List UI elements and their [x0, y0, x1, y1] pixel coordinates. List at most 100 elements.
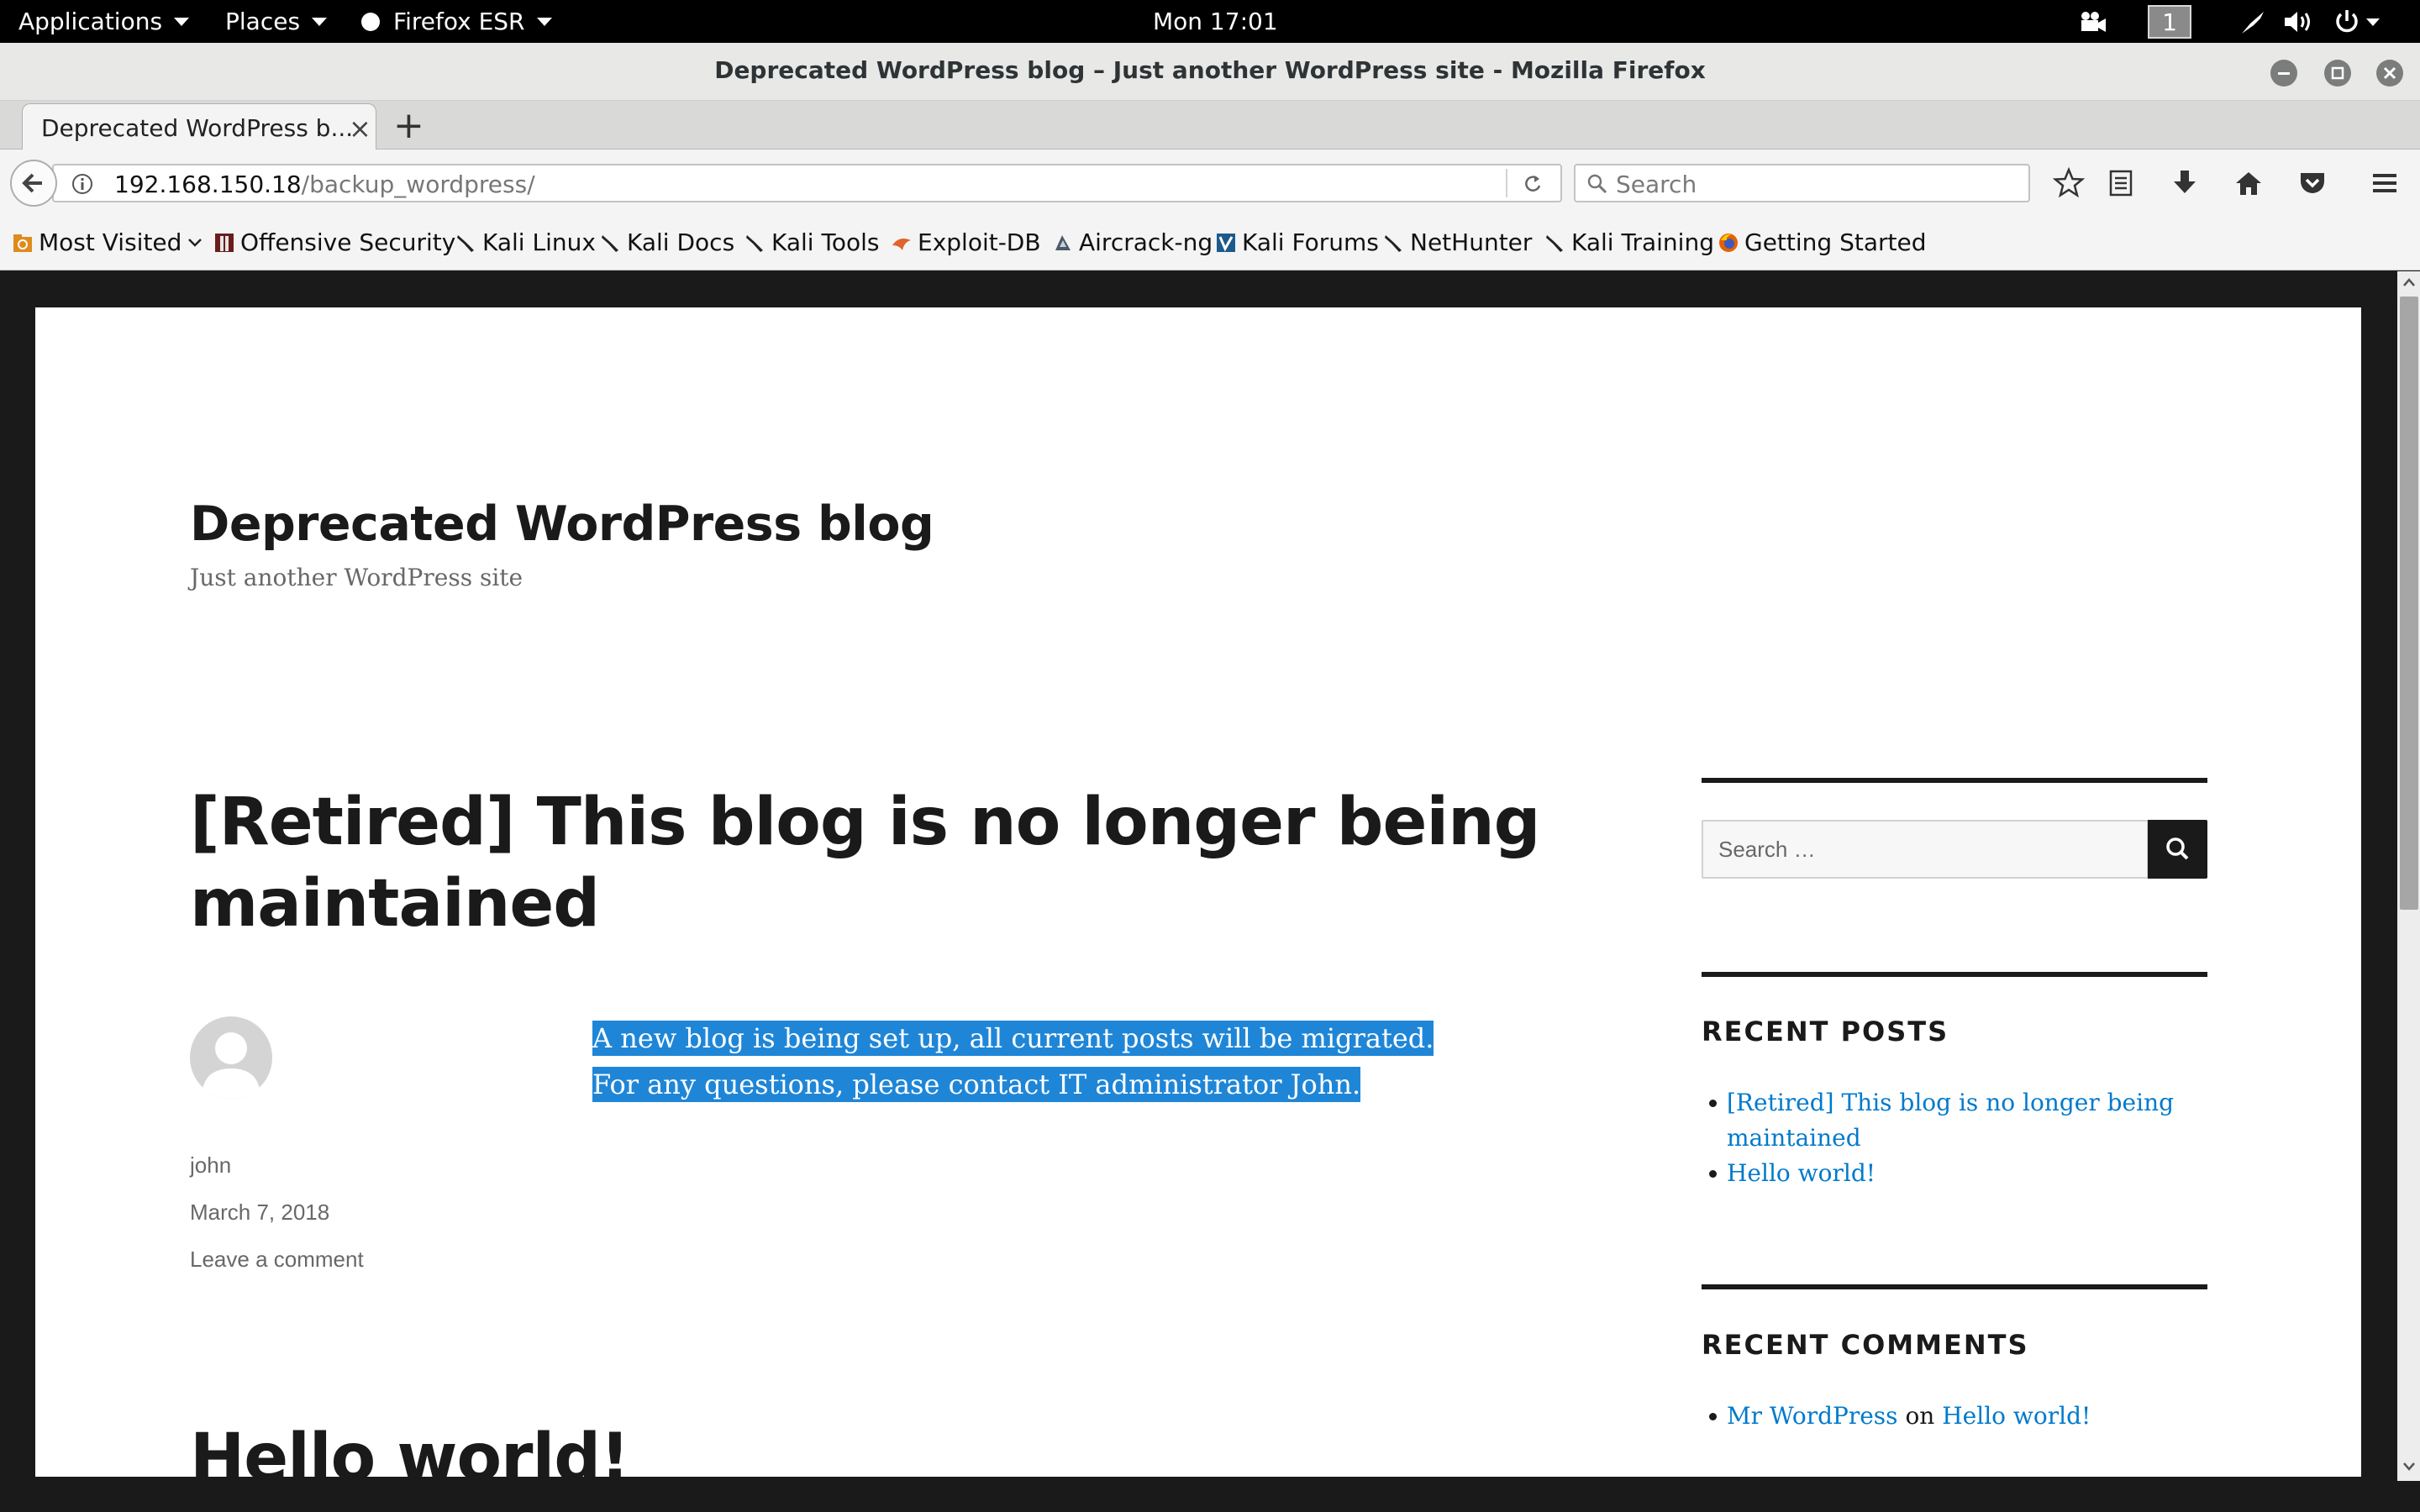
firefox-small-icon — [361, 12, 380, 31]
home-icon[interactable] — [2232, 166, 2265, 200]
scroll-up-icon[interactable] — [2401, 275, 2417, 291]
recent-comments-list: Mr WordPress on Hello world! — [1709, 1399, 2197, 1434]
bookmark-getting-started[interactable]: Getting Started — [1718, 228, 1926, 256]
bookmark-offensive-security[interactable]: Offensive Security — [213, 228, 455, 256]
exploitdb-icon — [892, 238, 911, 250]
clock[interactable]: Mon 17:01 — [1153, 0, 1278, 43]
tab-close-icon[interactable]: × — [349, 113, 371, 144]
menu-hamburger-icon[interactable] — [2368, 166, 2402, 200]
comment-author-link[interactable]: Mr WordPress — [1727, 1402, 1898, 1430]
url-text[interactable]: 192.168.150.18/backup_wordpress/ — [114, 171, 535, 198]
bookmark-label: Kali Training — [1571, 228, 1714, 256]
sidebar-search-input[interactable]: Search … — [1702, 820, 2149, 879]
clock-label: Mon 17:01 — [1153, 8, 1278, 35]
site-description: Just another WordPress site — [190, 564, 523, 591]
tab-title: Deprecated WordPress b... — [41, 114, 354, 142]
bookmark-kali-docs[interactable]: Kali Docs — [600, 228, 734, 256]
post-body-line: A new blog is being set up, all current … — [592, 1021, 1434, 1056]
bookmark-label: Kali Docs — [627, 228, 735, 256]
scrollbar-thumb[interactable] — [2400, 297, 2418, 910]
bookmark-aircrack-ng[interactable]: Aircrack-ng — [1052, 228, 1213, 256]
bookmarks-toolbar: Most Visited Offensive Security Kali Lin… — [0, 217, 2420, 270]
post-title[interactable]: [Retired] This blog is no longer being m… — [190, 782, 1660, 945]
back-arrow-icon — [22, 173, 42, 193]
tab-strip: Deprecated WordPress b... × + — [0, 101, 2420, 150]
bookmark-kali-linux[interactable]: Kali Linux — [455, 228, 596, 256]
navigation-toolbar: 192.168.150.18/backup_wordpress/ Search — [0, 150, 2420, 217]
post-author[interactable]: john — [190, 1152, 231, 1179]
workspace-indicator[interactable]: 1 — [2148, 5, 2191, 39]
minimize-button[interactable] — [2270, 60, 2297, 87]
bookmark-label: Most Visited — [39, 228, 182, 256]
kali-dragon-icon[interactable] — [2238, 8, 2267, 35]
avatar-silhouette-icon — [202, 1032, 260, 1099]
bookmark-kali-tools[interactable]: Kali Tools — [744, 228, 879, 256]
url-bar[interactable]: 192.168.150.18/backup_wordpress/ — [52, 164, 1562, 202]
applications-menu[interactable]: Applications — [18, 0, 190, 43]
site-title[interactable]: Deprecated WordPress blog — [190, 496, 934, 552]
web-search-bar[interactable]: Search — [1574, 164, 2030, 202]
chevron-down-icon — [174, 17, 190, 26]
reading-list-icon[interactable] — [2104, 166, 2138, 200]
download-icon[interactable] — [2168, 166, 2202, 200]
list-item: Mr WordPress on Hello world! — [1709, 1399, 2197, 1434]
page-viewport: Deprecated WordPress blog Just another W… — [0, 271, 2397, 1512]
widget-divider — [1702, 1284, 2207, 1289]
bookmark-label: Kali Linux — [482, 228, 596, 256]
second-post-title[interactable]: Hello world! — [190, 1420, 630, 1477]
widget-divider — [1702, 972, 2207, 977]
bookmark-label: Offensive Security — [240, 228, 456, 256]
leave-comment-link[interactable]: Leave a comment — [190, 1247, 364, 1273]
pocket-icon[interactable] — [2296, 166, 2329, 200]
recent-post-link[interactable]: [Retired] This blog is no longer being m… — [1727, 1089, 2174, 1152]
bookmark-kali-training[interactable]: Kali Training — [1544, 228, 1714, 256]
window-titlebar[interactable]: Deprecated WordPress blog – Just another… — [0, 43, 2420, 101]
firefox-app-menu[interactable]: Firefox ESR — [360, 0, 552, 43]
firefox-icon — [1719, 233, 1738, 252]
search-icon — [2166, 837, 2189, 860]
url-path: /backup_wordpress/ — [301, 171, 535, 198]
kali-icon — [1385, 234, 1402, 252]
offsec-icon — [215, 233, 234, 252]
bookmark-exploit-db[interactable]: Exploit-DB — [891, 228, 1041, 256]
list-item: Hello world! — [1709, 1156, 2197, 1191]
recent-post-link[interactable]: Hello world! — [1727, 1159, 1876, 1187]
places-menu[interactable]: Places — [225, 0, 328, 43]
recent-posts-list: [Retired] This blog is no longer being m… — [1709, 1085, 2197, 1191]
reload-icon[interactable] — [1521, 172, 1544, 196]
author-avatar — [190, 1016, 272, 1099]
comment-on-text: on — [1905, 1402, 1935, 1430]
kali-forums-icon — [1217, 233, 1235, 252]
bookmark-star-icon[interactable] — [2052, 166, 2086, 200]
bottom-edge — [0, 1481, 2420, 1512]
sidebar-search-button[interactable] — [2148, 820, 2207, 879]
post-date[interactable]: March 7, 2018 — [190, 1200, 329, 1226]
kali-icon — [602, 234, 618, 252]
scroll-down-icon[interactable] — [2401, 1457, 2417, 1474]
close-icon — [2383, 66, 2396, 80]
close-window-button[interactable] — [2376, 60, 2403, 87]
window-title: Deprecated WordPress blog – Just another… — [714, 56, 1706, 84]
bookmark-label: NetHunter — [1410, 228, 1533, 256]
comment-post-link[interactable]: Hello world! — [1942, 1402, 2091, 1430]
post-body-line: For any questions, please contact IT adm… — [592, 1067, 1361, 1102]
volume-icon[interactable] — [2282, 8, 2316, 35]
sidebar-search-placeholder: Search … — [1718, 837, 1816, 862]
power-icon[interactable] — [2333, 8, 2381, 36]
workspace-number: 1 — [2162, 8, 2177, 36]
back-button[interactable] — [10, 160, 57, 207]
bookmark-label: Getting Started — [1744, 228, 1927, 256]
places-label: Places — [225, 8, 301, 35]
vertical-scrollbar[interactable] — [2397, 271, 2420, 1481]
tab-active[interactable]: Deprecated WordPress b... × — [22, 103, 376, 150]
bookmark-kali-forums[interactable]: Kali Forums — [1215, 228, 1379, 256]
maximize-button[interactable] — [2324, 60, 2351, 87]
recent-posts-heading: RECENT POSTS — [1702, 1016, 1949, 1047]
bookmark-nethunter[interactable]: NetHunter — [1383, 228, 1532, 256]
video-camera-icon[interactable] — [2079, 10, 2107, 34]
new-tab-button[interactable]: + — [393, 104, 424, 147]
chevron-down-icon — [312, 17, 328, 26]
bookmark-most-visited[interactable]: Most Visited — [12, 228, 203, 256]
post-content: A new blog is being set up, all current … — [592, 1016, 1434, 1108]
site-info-icon[interactable] — [71, 172, 94, 196]
